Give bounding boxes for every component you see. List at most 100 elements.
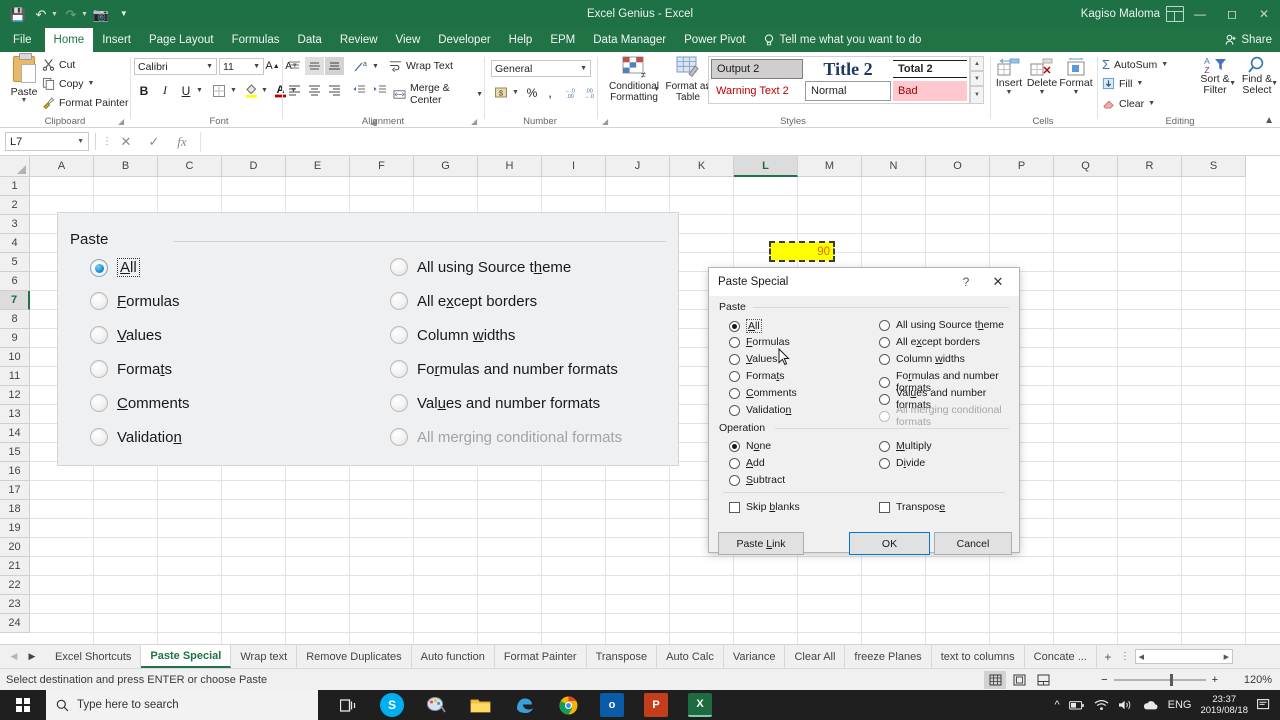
enter-icon[interactable]: ✓: [140, 132, 168, 152]
radio-values-number-formats[interactable]: [390, 394, 408, 412]
radio-all[interactable]: [90, 258, 108, 277]
dialog-radio-all-except-borders[interactable]: All except borders: [879, 336, 980, 348]
align-bottom-button[interactable]: [325, 57, 344, 75]
sheet-nav-next-icon[interactable]: ▶: [24, 647, 40, 667]
row-header-12[interactable]: 12: [0, 386, 30, 405]
dialog-radio-formats[interactable]: Formats: [729, 370, 785, 382]
cell-style-title2[interactable]: Title 2: [805, 59, 891, 79]
big-option-formats[interactable]: Formats: [90, 360, 172, 378]
conditional-formatting-button[interactable]: ≠ Conditional Formatting ▼: [606, 56, 662, 103]
ribbon-tab-home[interactable]: Home: [44, 28, 94, 52]
dialog-radio-values[interactable]: Values: [729, 353, 777, 365]
align-top-button[interactable]: [285, 57, 304, 75]
ribbon-tab-epm[interactable]: EPM: [541, 28, 584, 52]
paste-button[interactable]: Paste ▼: [6, 53, 42, 104]
cancel-button[interactable]: Cancel: [934, 532, 1012, 555]
row-header-15[interactable]: 15: [0, 443, 30, 462]
big-option-formulas-number-formats[interactable]: Formulas and number formats: [390, 360, 618, 378]
radio-all-using-source-theme[interactable]: [390, 258, 408, 276]
zoom-level-label[interactable]: 120%: [1244, 669, 1272, 691]
align-left-button[interactable]: [285, 81, 304, 99]
conditional-formatting-dropdown-icon[interactable]: ▼: [653, 86, 660, 93]
paint-icon[interactable]: [424, 693, 448, 717]
sheet-tab-paste-special[interactable]: Paste Special: [141, 645, 232, 668]
edge-icon[interactable]: [512, 693, 536, 717]
row-header-11[interactable]: 11: [0, 367, 30, 386]
number-format-combo[interactable]: General ▼: [491, 60, 591, 77]
dialog-checkbox-transpose[interactable]: Transpose: [879, 501, 945, 513]
ok-button[interactable]: OK: [849, 532, 930, 555]
format-as-table-button[interactable]: Format as Table ▼: [662, 56, 714, 103]
radio-indicator[interactable]: [729, 320, 740, 332]
chevron-down-icon[interactable]: ▼: [206, 63, 213, 70]
scroll-left-icon[interactable]: ◀: [1136, 653, 1147, 661]
close-button[interactable]: ✕: [1248, 0, 1280, 28]
underline-button[interactable]: U: [177, 81, 195, 100]
dialog-radio-subtract[interactable]: Subtract: [729, 474, 785, 486]
row-header-18[interactable]: 18: [0, 500, 30, 519]
share-button[interactable]: Share: [1225, 28, 1272, 52]
copy-dropdown-icon[interactable]: ▼: [88, 80, 95, 87]
ribbon-tab-data-manager[interactable]: Data Manager: [584, 28, 675, 52]
dialog-radio-none[interactable]: None: [729, 440, 771, 452]
radio-indicator[interactable]: [729, 336, 740, 348]
format-painter-button[interactable]: Format Painter: [42, 96, 128, 109]
dialog-radio-divide[interactable]: Divide: [879, 457, 925, 469]
insert-cells-dropdown-icon[interactable]: ▼: [993, 89, 1025, 96]
outlook-icon[interactable]: o: [600, 693, 624, 717]
fill-dropdown-icon[interactable]: ▼: [1136, 80, 1143, 87]
merge-dropdown-icon[interactable]: ▼: [476, 91, 483, 98]
sheet-tab-wrap-text[interactable]: Wrap text: [231, 645, 298, 668]
column-header-m[interactable]: M: [798, 156, 862, 177]
radio-indicator[interactable]: [729, 457, 740, 469]
decrease-indent-button[interactable]: [349, 81, 369, 99]
clear-dropdown-icon[interactable]: ▼: [1148, 100, 1155, 107]
cell-style-output2[interactable]: Output 2: [711, 59, 803, 79]
dialog-radio-multiply[interactable]: Multiply: [879, 440, 932, 452]
chevron-down-icon[interactable]: ▼: [253, 63, 260, 70]
align-center-button[interactable]: [305, 81, 324, 99]
ribbon-tab-formulas[interactable]: Formulas: [223, 28, 289, 52]
column-header-b[interactable]: B: [94, 156, 158, 177]
dialog-checkbox-skip-blanks[interactable]: Skip blanks: [729, 501, 800, 513]
borders-button[interactable]: [209, 81, 229, 100]
increase-indent-button[interactable]: [370, 81, 390, 99]
big-option-all-using-source-theme[interactable]: All using Source theme: [390, 258, 571, 276]
radio-indicator[interactable]: [729, 440, 740, 452]
column-header-a[interactable]: A: [30, 156, 94, 177]
big-option-all[interactable]: All: [90, 258, 140, 277]
row-header-1[interactable]: 1: [0, 177, 30, 196]
column-header-k[interactable]: K: [670, 156, 734, 177]
select-all-corner[interactable]: [0, 156, 30, 177]
font-size-combo[interactable]: 11 ▼: [219, 58, 264, 75]
row-header-9[interactable]: 9: [0, 329, 30, 348]
row-header-23[interactable]: 23: [0, 595, 30, 614]
column-header-r[interactable]: R: [1118, 156, 1182, 177]
font-name-combo[interactable]: Calibri ▼: [134, 58, 217, 75]
delete-cells-button[interactable]: Delete ▼: [1025, 57, 1059, 96]
column-header-q[interactable]: Q: [1054, 156, 1118, 177]
name-box-dropdown-icon[interactable]: ▼: [77, 138, 84, 145]
radio-formulas[interactable]: [90, 292, 108, 310]
file-explorer-icon[interactable]: [468, 693, 492, 717]
styles-scroll-down-button[interactable]: ▼: [970, 71, 984, 86]
row-header-7[interactable]: 7: [0, 291, 30, 310]
account-name[interactable]: Kagiso Maloma: [1081, 0, 1160, 28]
cancel-icon[interactable]: ✕: [112, 132, 140, 152]
sort-filter-button[interactable]: A Z Sort & Filter ▼: [1194, 56, 1236, 96]
percent-style-button[interactable]: %: [523, 83, 541, 102]
sheet-tab-remove-duplicates[interactable]: Remove Duplicates: [297, 645, 412, 668]
column-header-c[interactable]: C: [158, 156, 222, 177]
paste-dropdown-icon[interactable]: ▼: [6, 97, 42, 104]
row-header-24[interactable]: 24: [0, 614, 30, 633]
taskbar-search-box[interactable]: Type here to search: [46, 690, 318, 720]
ribbon-display-options-icon[interactable]: [1166, 6, 1184, 22]
autosum-button[interactable]: Σ AutoSum ▼: [1102, 57, 1168, 72]
sheet-tab-auto-calc[interactable]: Auto Calc: [657, 645, 724, 668]
checkbox-indicator[interactable]: [879, 501, 890, 513]
zoom-out-icon[interactable]: −: [1101, 674, 1107, 686]
accounting-dropdown-icon[interactable]: ▼: [511, 85, 520, 99]
format-cells-button[interactable]: Format ▼: [1059, 57, 1093, 96]
big-option-comments[interactable]: Comments: [90, 394, 190, 412]
minimize-button[interactable]: —: [1184, 0, 1216, 28]
